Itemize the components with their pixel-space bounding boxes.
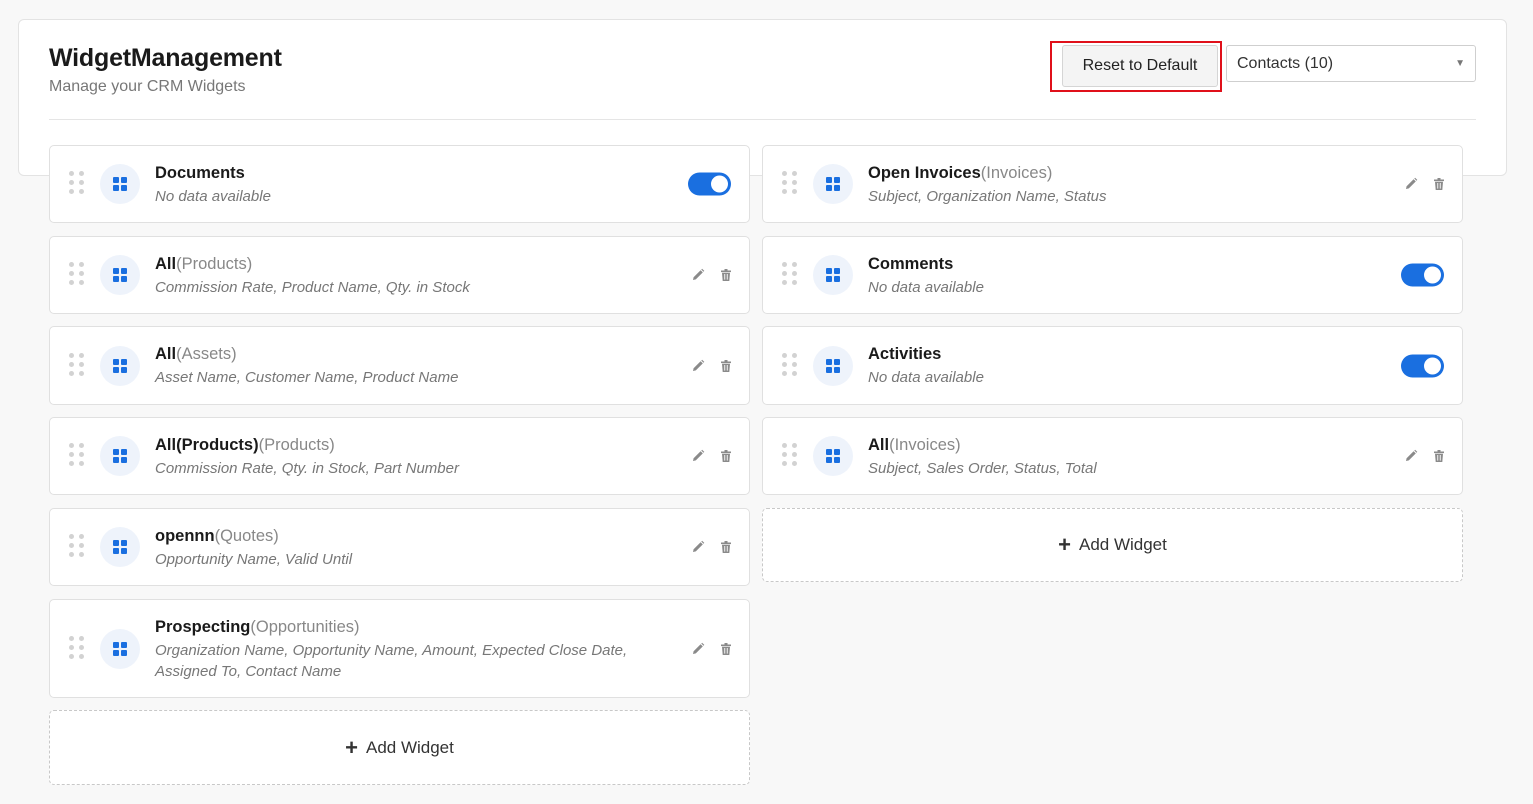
widget-fields: Subject, Organization Name, Status — [868, 188, 1107, 205]
drag-handle-icon[interactable] — [69, 171, 87, 197]
widget-fields: Commission Rate, Product Name, Qty. in S… — [155, 279, 470, 296]
widget-fields: Commission Rate, Qty. in Stock, Part Num… — [155, 460, 459, 477]
grid-icon — [100, 164, 140, 204]
drag-handle-icon[interactable] — [782, 171, 800, 197]
drag-handle-icon[interactable] — [69, 262, 87, 288]
widget-module: (Assets) — [176, 345, 237, 363]
drag-handle-icon[interactable] — [782, 262, 800, 288]
pencil-icon[interactable] — [691, 359, 705, 373]
widget-fields: No data available — [868, 369, 984, 386]
widget-module: (Quotes) — [214, 527, 279, 545]
widget-name: All — [155, 255, 177, 273]
widget-toggle[interactable] — [688, 172, 731, 196]
widget-module: (Products) — [258, 436, 335, 454]
pencil-icon[interactable] — [691, 642, 705, 656]
widget-name: Documents — [155, 164, 245, 182]
add-widget-label: Add Widget — [365, 737, 454, 757]
widget-card: All(Invoices) Subject, Sales Order, Stat… — [762, 417, 1463, 495]
widget-name: opennn — [155, 527, 215, 545]
grid-icon — [100, 628, 140, 669]
plus-icon: + — [1058, 532, 1071, 557]
widget-title: All(Assets) — [155, 343, 649, 365]
pencil-icon[interactable] — [1404, 449, 1418, 463]
widget-card: Open Invoices(Invoices) Subject, Organiz… — [762, 145, 1463, 223]
grid-icon — [100, 527, 140, 567]
widget-card: Activities No data available — [762, 326, 1463, 405]
widget-fields: Opportunity Name, Valid Until — [155, 551, 353, 568]
widget-card: Documents No data available — [49, 145, 750, 223]
widget-name: Open Invoices — [868, 164, 981, 182]
grid-icon — [813, 164, 853, 204]
widget-title: All(Products) — [155, 253, 649, 275]
widget-title: All(Invoices) — [868, 434, 1362, 456]
plus-icon: + — [345, 734, 358, 760]
widget-title: opennn(Quotes) — [155, 525, 649, 547]
widget-card: Prospecting(Opportunities) Organization … — [49, 599, 750, 698]
widget-title: Open Invoices(Invoices) — [868, 162, 1362, 184]
widget-card: Comments No data available — [762, 236, 1463, 314]
widget-module: (Invoices) — [980, 164, 1053, 182]
widget-fields: No data available — [155, 188, 271, 205]
trash-icon[interactable] — [719, 642, 733, 656]
drag-handle-icon[interactable] — [69, 635, 87, 662]
add-widget-button-left[interactable]: + Add Widget — [49, 710, 750, 785]
trash-icon[interactable] — [719, 540, 733, 554]
grid-icon — [813, 255, 853, 295]
module-select-value: Contacts (10) — [1237, 54, 1334, 72]
widget-card: All(Products) Commission Rate, Product N… — [49, 236, 750, 314]
grid-icon — [813, 345, 853, 386]
widget-title: Prospecting(Opportunities) — [155, 616, 649, 638]
drag-handle-icon[interactable] — [69, 352, 87, 379]
widget-module: (Opportunities) — [250, 618, 360, 636]
header-divider — [49, 119, 1476, 120]
widget-module: (Invoices) — [889, 436, 961, 454]
pencil-icon[interactable] — [691, 540, 705, 554]
widget-name: All — [155, 345, 177, 363]
pencil-icon[interactable] — [691, 268, 705, 282]
widget-card: All(Products)(Products) Commission Rate,… — [49, 417, 750, 495]
widget-toggle[interactable] — [1401, 263, 1444, 287]
widget-fields: No data available — [868, 279, 984, 296]
grid-icon — [100, 436, 140, 476]
widget-name: Comments — [868, 255, 954, 273]
widget-fields: Subject, Sales Order, Status, Total — [868, 460, 1097, 477]
trash-icon[interactable] — [719, 268, 733, 282]
pencil-icon[interactable] — [691, 449, 705, 463]
widget-name: Activities — [868, 345, 942, 363]
grid-icon — [813, 436, 853, 476]
drag-handle-icon[interactable] — [782, 443, 800, 469]
add-widget-button-right[interactable]: + Add Widget — [762, 508, 1463, 582]
widget-toggle[interactable] — [1401, 354, 1444, 377]
add-widget-label: Add Widget — [1078, 535, 1167, 554]
widget-name: Prospecting — [155, 618, 251, 636]
widget-name: All(Products) — [155, 436, 259, 454]
caret-down-icon: ▼ — [1455, 58, 1465, 69]
page-subtitle: Manage your CRM Widgets — [49, 78, 246, 95]
widget-fields: Organization Name, Opportunity Name, Amo… — [155, 642, 628, 680]
drag-handle-icon[interactable] — [69, 443, 87, 469]
page-title: WidgetManagement — [49, 44, 282, 72]
module-select[interactable]: Contacts (10) ▼ — [1226, 45, 1476, 82]
widget-title: Comments — [868, 253, 1362, 275]
trash-icon[interactable] — [719, 449, 733, 463]
widget-title: Documents — [155, 162, 649, 184]
drag-handle-icon[interactable] — [69, 534, 87, 560]
widget-title: Activities — [868, 343, 1362, 365]
widget-name: All — [868, 436, 890, 454]
trash-icon[interactable] — [719, 359, 733, 373]
drag-handle-icon[interactable] — [782, 352, 800, 379]
widget-module: (Products) — [176, 255, 253, 273]
trash-icon[interactable] — [1432, 177, 1446, 191]
widget-title: All(Products)(Products) — [155, 434, 649, 456]
grid-icon — [100, 255, 140, 295]
trash-icon[interactable] — [1432, 449, 1446, 463]
widget-card: All(Assets) Asset Name, Customer Name, P… — [49, 326, 750, 405]
reset-to-default-button[interactable]: Reset to Default — [1062, 45, 1218, 87]
widget-fields: Asset Name, Customer Name, Product Name — [155, 369, 459, 386]
widget-card: opennn(Quotes) Opportunity Name, Valid U… — [49, 508, 750, 586]
pencil-icon[interactable] — [1404, 177, 1418, 191]
grid-icon — [100, 345, 140, 386]
